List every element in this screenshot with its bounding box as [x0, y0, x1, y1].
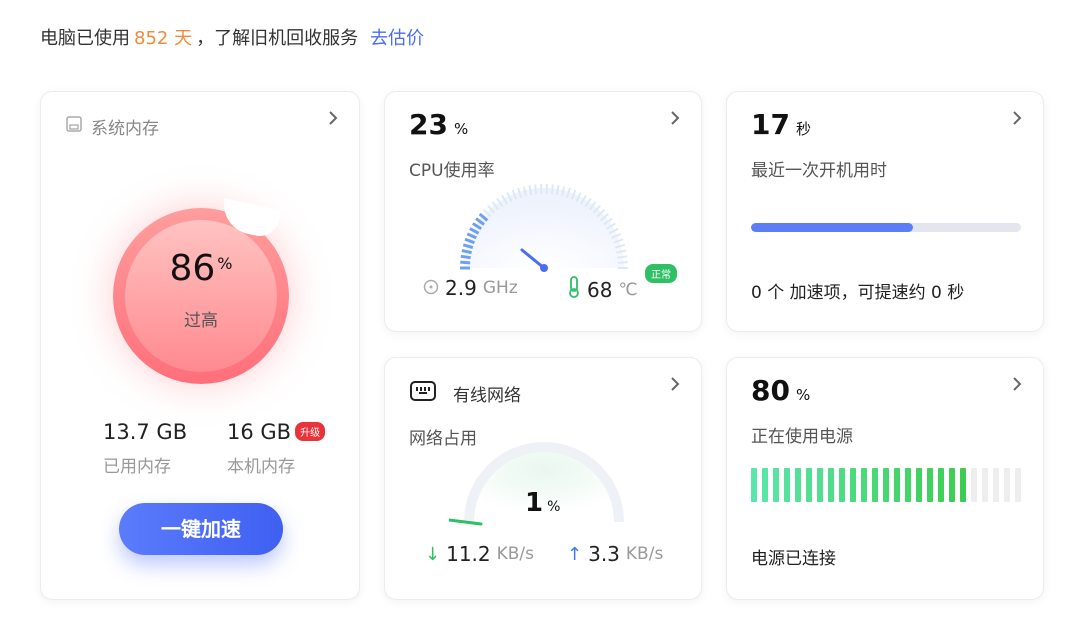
cpu-gauge	[449, 178, 639, 278]
memory-title-text: 系统内存	[91, 119, 159, 139]
total-memory-stat: 16 GB 升级 本机内存	[227, 420, 326, 477]
battery-bar-segment	[839, 468, 845, 502]
battery-level-bars	[751, 468, 1021, 502]
battery-bar-segment	[938, 468, 944, 502]
boot-seconds: 17 秒	[751, 108, 811, 141]
battery-bar-segment	[905, 468, 911, 502]
arrow-up-icon: ↑	[567, 543, 583, 565]
battery-bar-segment	[927, 468, 933, 502]
cpu-gauge-tick	[617, 261, 628, 264]
battery-bar-segment	[1015, 468, 1021, 502]
upgrade-badge[interactable]: 升级	[295, 422, 326, 441]
network-card[interactable]: 有线网络 网络占用 1% ↓ 11.2 KB/s ↑ 3.3 KB/s	[384, 357, 702, 600]
chevron-right-icon[interactable]	[667, 110, 683, 126]
boot-progress-bar	[751, 223, 1021, 232]
thermometer-icon	[567, 276, 581, 303]
boot-label: 最近一次开机用时	[751, 161, 887, 181]
battery-bar-segment	[817, 468, 823, 502]
battery-bar-segment	[960, 468, 966, 502]
cpu-frequency: 2.9 GHz	[423, 276, 518, 300]
memory-percent: 86%	[169, 248, 233, 289]
memory-status: 过高	[184, 311, 218, 331]
battery-bar-segment	[1004, 468, 1010, 502]
cpu-gauge-tick	[534, 184, 538, 195]
battery-bar-segment	[806, 468, 812, 502]
boost-button[interactable]: 一键加速	[119, 503, 283, 555]
recycle-text: ，了解旧机回收服务	[196, 28, 359, 49]
cpu-temperature: 68 ℃	[567, 276, 638, 303]
power-card[interactable]: 80% 正在使用电源 电源已连接	[726, 357, 1044, 600]
cpu-gauge-tick	[617, 255, 628, 259]
battery-bar-segment	[784, 468, 790, 502]
power-label: 正在使用电源	[751, 427, 853, 447]
chevron-right-icon[interactable]	[325, 110, 341, 126]
battery-bar-segment	[828, 468, 834, 502]
total-memory-value: 16 GB	[227, 420, 292, 444]
power-status: 电源已连接	[751, 549, 836, 569]
cpu-gauge-tick	[460, 260, 471, 265]
memory-title: 系统内存	[65, 114, 159, 139]
disk-icon	[65, 115, 83, 138]
cpu-gauge-tick	[460, 254, 471, 260]
cpu-percent: 23%	[409, 108, 469, 141]
ethernet-icon	[409, 380, 437, 407]
chevron-right-icon[interactable]	[1009, 110, 1025, 126]
battery-bar-segment	[916, 468, 922, 502]
arrow-down-icon: ↓	[425, 543, 441, 565]
usage-days: 852 天	[134, 28, 193, 49]
total-memory-label: 本机内存	[227, 457, 295, 477]
chevron-right-icon[interactable]	[667, 376, 683, 392]
cpu-card[interactable]: 23% CPU使用率 2.9 GHz 68 ℃ 正常	[384, 91, 702, 332]
top-info-line: 电脑已使用 852 天，了解旧机回收服务 去估价	[40, 24, 424, 50]
boot-time-card[interactable]: 17 秒 最近一次开机用时 0 个 加速项，可提速约 0 秒	[726, 91, 1044, 332]
battery-bar-segment	[894, 468, 900, 502]
battery-bar-segment	[982, 468, 988, 502]
network-gauge	[447, 442, 639, 532]
battery-bar-segment	[762, 468, 768, 502]
chevron-right-icon[interactable]	[1009, 376, 1025, 392]
battery-bar-segment	[872, 468, 878, 502]
battery-bar-segment	[971, 468, 977, 502]
used-memory-stat: 13.7 GB 已用内存	[103, 420, 187, 477]
cpu-gauge-tick	[461, 249, 472, 255]
battery-bar-segment	[773, 468, 779, 502]
battery-bar-segment	[861, 468, 867, 502]
temperature-status-badge: 正常	[645, 264, 677, 283]
battery-bar-segment	[751, 468, 757, 502]
network-title: 有线网络	[409, 380, 521, 407]
cpu-gauge-tick	[550, 184, 554, 195]
battery-bar-segment	[795, 468, 801, 502]
boot-acceleration-note: 0 个 加速项，可提速约 0 秒	[751, 283, 965, 303]
battery-bar-segment	[993, 468, 999, 502]
power-percent: 80%	[751, 374, 811, 407]
used-memory-label: 已用内存	[103, 457, 171, 477]
battery-bar-segment	[883, 468, 889, 502]
upload-speed: ↑ 3.3 KB/s	[567, 542, 664, 566]
battery-bar-segment	[850, 468, 856, 502]
clock-icon	[423, 276, 439, 300]
memory-card[interactable]: 系统内存 86% 过高 13.7 GB 已用内存 16 GB 升级 本机内存 一键…	[40, 91, 360, 600]
estimate-link[interactable]: 去估价	[370, 28, 424, 49]
memory-gauge: 86% 过高	[113, 198, 289, 384]
battery-bar-segment	[949, 468, 955, 502]
download-speed: ↓ 11.2 KB/s	[425, 542, 535, 566]
network-percent: 1%	[525, 488, 561, 518]
used-memory-value: 13.7 GB	[103, 420, 188, 444]
usage-prefix: 电脑已使用	[40, 28, 130, 49]
